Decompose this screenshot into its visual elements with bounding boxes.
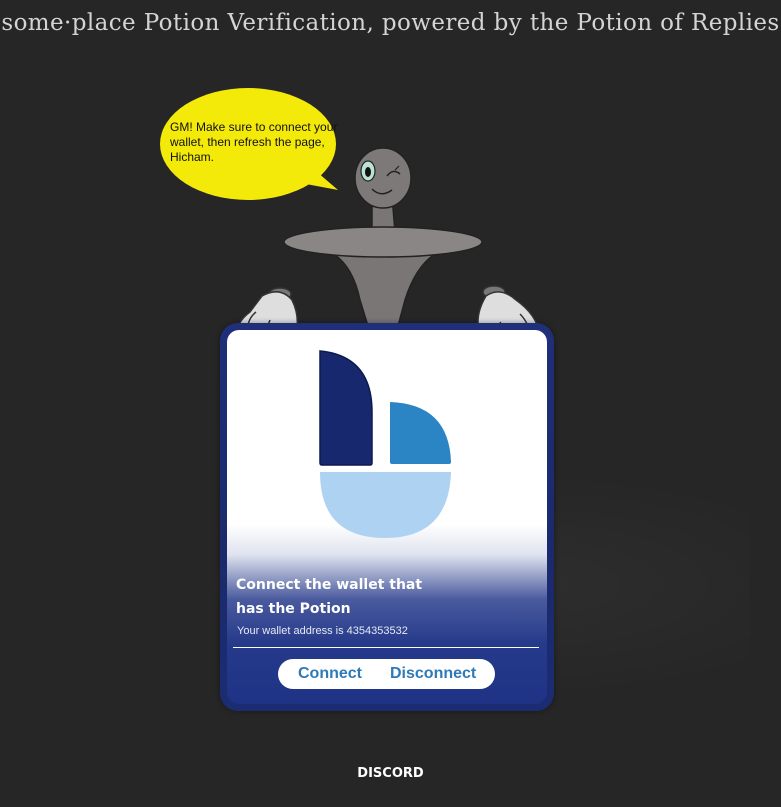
discord-link[interactable]: DISCORD bbox=[0, 766, 781, 781]
verification-card: Connect the wallet that has the Potion Y… bbox=[220, 323, 554, 711]
wallet-button-group: Connect Disconnect bbox=[278, 659, 495, 689]
disconnect-button[interactable]: Disconnect bbox=[390, 659, 476, 689]
wallet-address-text: Your wallet address is 4354353532 bbox=[237, 625, 408, 637]
brand-logo-icon bbox=[319, 350, 451, 538]
speech-bubble: GM! Make sure to connect your wallet, th… bbox=[160, 88, 340, 200]
divider bbox=[233, 647, 539, 648]
card-heading: Connect the wallet that has the Potion bbox=[236, 577, 423, 617]
speech-bubble-text: GM! Make sure to connect your wallet, th… bbox=[170, 120, 338, 164]
connect-button[interactable]: Connect bbox=[298, 659, 362, 689]
card-content: Connect the wallet that has the Potion Y… bbox=[227, 330, 547, 704]
